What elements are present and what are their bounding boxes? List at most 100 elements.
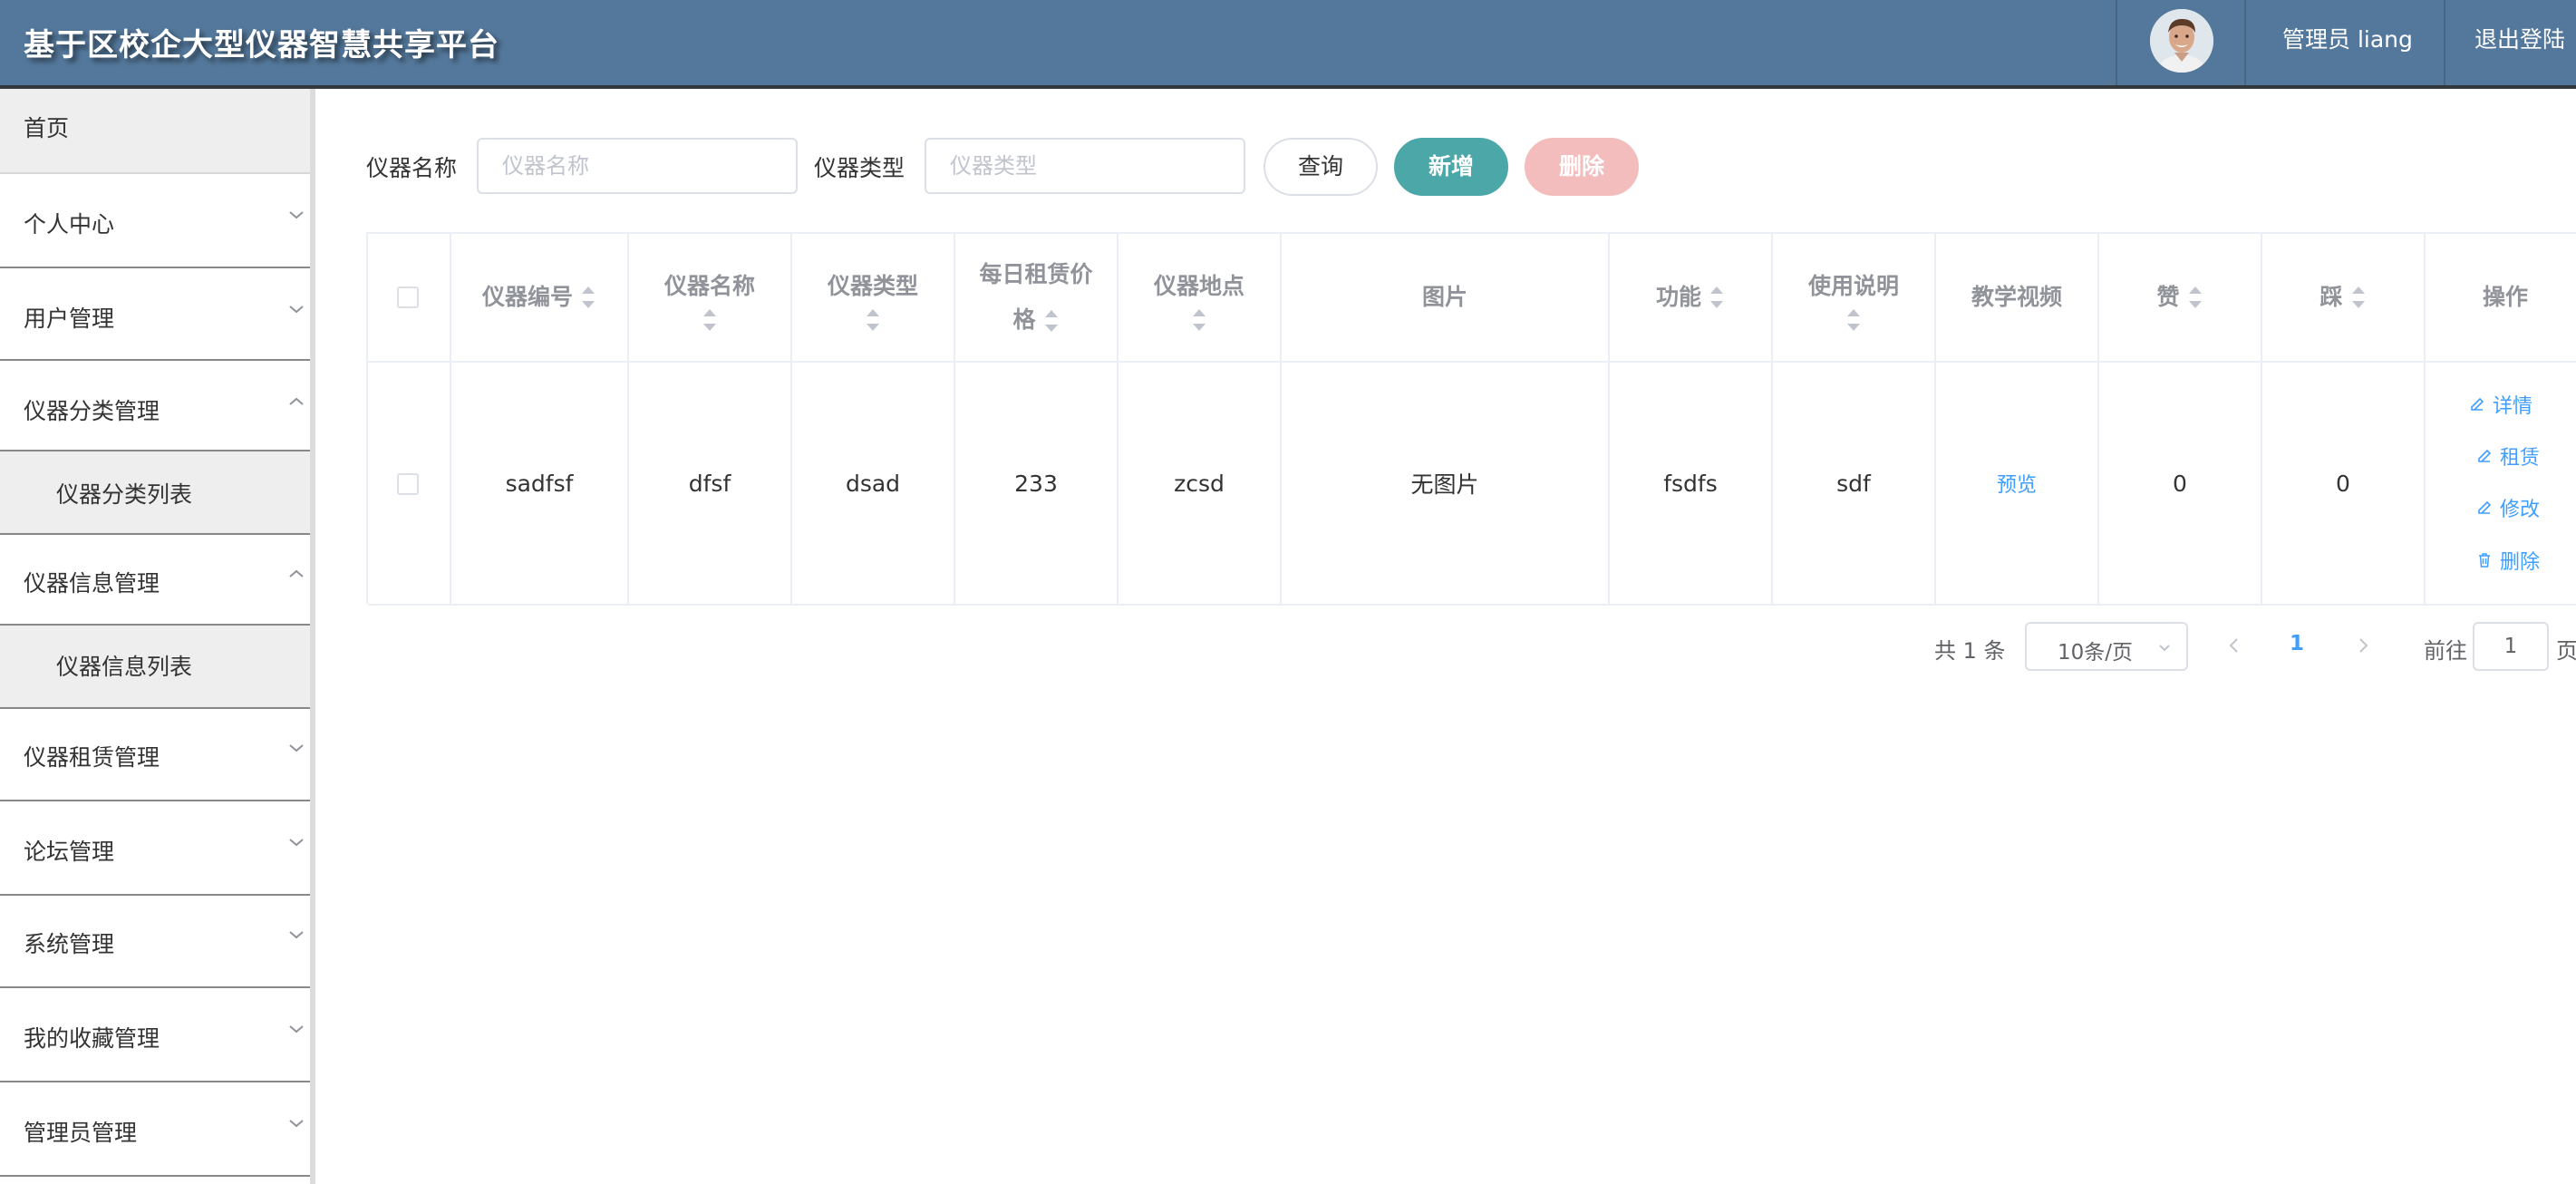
app-title: 基于区校企大型仪器智慧共享平台 [24,27,499,63]
sidebar-item-label: 管理员管理 [24,1120,138,1146]
next-page-icon[interactable] [2353,635,2373,656]
sort-icon[interactable] [1845,309,1862,331]
delete-link[interactable]: 删除 [2476,546,2540,575]
page-number-current[interactable]: 1 [2290,632,2304,655]
action-label: 详情 [2493,395,2533,418]
add-button[interactable]: 新增 [1394,138,1508,196]
column-header-location[interactable]: 仪器地点 [1119,234,1280,361]
sort-icon[interactable] [1043,310,1060,332]
chevron-down-icon [289,839,304,847]
name-search-input[interactable] [477,138,798,194]
avatar[interactable] [2150,9,2213,73]
column-header-name[interactable]: 仪器名称 [629,234,790,361]
action-label: 租赁 [2500,447,2541,470]
chevron-down-icon [289,306,304,314]
sort-icon[interactable] [580,286,596,308]
sidebar-item-favorites-management[interactable]: 我的收藏管理 [0,988,310,1082]
sidebar-item-info-management[interactable]: 仪器信息管理 [0,535,310,626]
cell-location: zcsd [1174,470,1225,497]
goto-label: 前往 [2424,638,2467,664]
cell-code: sadfsf [505,470,574,497]
sort-icon[interactable] [2187,286,2203,308]
sort-icon[interactable] [865,309,881,331]
column-header-label: 每日租赁价 [979,261,1093,287]
sort-icon[interactable] [1191,309,1207,331]
cell-dislikes: 0 [2336,470,2350,497]
chevron-up-icon [289,397,304,405]
edit-icon [2478,449,2492,462]
sidebar-item-label: 仪器租赁管理 [24,744,160,771]
chevron-up-icon [289,569,304,577]
column-header-type[interactable]: 仪器类型 [792,234,954,361]
cell-image: 无图片 [1410,471,1479,498]
sidebar-item-label: 仪器信息列表 [56,654,193,680]
cell-name: dfsf [688,470,731,497]
column-header-code[interactable]: 仪器编号 [451,234,627,361]
goto-page-input[interactable] [2473,622,2549,671]
sidebar-item-info-list[interactable]: 仪器信息列表 [0,626,310,709]
cell-type: dsad [845,470,901,497]
row-checkbox[interactable] [397,473,419,495]
chevron-down-icon [289,744,304,752]
sidebar-item-system-management[interactable]: 系统管理 [0,896,310,988]
sidebar-item-rental-management[interactable]: 仪器租赁管理 [0,709,310,801]
sidebar-item-label: 仪器信息管理 [24,570,160,597]
chevron-down-icon [289,1120,304,1128]
column-header-label: 格 [1012,306,1036,333]
sidebar-item-label: 我的收藏管理 [24,1025,160,1052]
type-search-input[interactable] [925,138,1245,194]
column-header-dislikes[interactable]: 踩 [2262,234,2424,361]
sidebar-item-forum-management[interactable]: 论坛管理 [0,801,310,896]
sidebar-item-category-management[interactable]: 仪器分类管理 [0,361,310,451]
rent-link[interactable]: 租赁 [2476,442,2540,471]
cell-likes: 0 [2173,470,2187,497]
top-header: 基于区校企大型仪器智慧共享平台 管理员 liang 退出登陆 [0,0,2576,89]
query-button[interactable]: 查询 [1264,138,1378,196]
video-preview-link[interactable]: 预览 [1936,363,2097,604]
sidebar-item-label: 仪器分类管理 [24,398,160,424]
column-header-manual[interactable]: 使用说明 [1773,234,1934,361]
sidebar-item-category-list[interactable]: 仪器分类列表 [0,451,310,535]
edit-link[interactable]: 修改 [2476,493,2540,522]
column-header-label: 仪器名称 [663,273,755,299]
sort-icon[interactable] [2350,286,2367,308]
sidebar-item-label: 首页 [24,115,70,141]
prev-page-icon[interactable] [2224,635,2244,656]
delete-button[interactable]: 删除 [1525,138,1639,196]
column-header-label: 踩 [2319,284,2343,310]
sidebar: 首页 个人中心 用户管理 仪器分类管理 仪器分类列表 仪器信息管理 仪器信息列表… [0,89,315,1184]
sidebar-item-user-management[interactable]: 用户管理 [0,268,310,361]
page-size-select[interactable]: 10条/页 [2025,622,2188,671]
sidebar-item-home[interactable]: 首页 [0,89,310,174]
page-suffix-label: 页 [2556,638,2576,664]
sidebar-item-label: 仪器分类列表 [56,481,193,508]
column-header-label: 操作 [2482,284,2528,310]
detail-link[interactable]: 详情 [2469,390,2532,419]
sidebar-item-label: 论坛管理 [24,839,115,865]
column-header-function[interactable]: 功能 [1610,234,1771,361]
total-count: 共 1 条 [1934,638,2006,664]
column-header-actions: 操作 [2426,234,2576,361]
column-header-image: 图片 [1282,234,1608,361]
table-divider [368,604,2576,606]
name-filter-label: 仪器名称 [366,155,458,181]
column-header-daily-price[interactable]: 每日租赁价 格 [955,234,1117,361]
select-all-checkbox[interactable] [397,286,419,308]
logout-button[interactable]: 退出登陆 [2474,22,2565,54]
instrument-table: 仪器编号 仪器名称 仪器类型 每日租赁价 格 仪器地点 图片 功能 使用说明 教… [366,232,2576,606]
column-header-label: 仪器地点 [1153,273,1244,299]
page-size-value: 10条/页 [2058,641,2134,665]
chevron-down-icon [2159,645,2170,652]
column-header-likes[interactable]: 赞 [2099,234,2261,361]
column-header-label: 赞 [2156,284,2180,310]
sidebar-item-admin-management[interactable]: 管理员管理 [0,1082,310,1177]
sidebar-item-personal-center[interactable]: 个人中心 [0,174,310,268]
column-header-label: 功能 [1655,284,1701,310]
column-header-label: 仪器编号 [481,284,573,310]
sort-icon[interactable] [702,309,718,331]
column-header-video: 教学视频 [1936,234,2097,361]
sort-icon[interactable] [1709,286,1725,308]
header-divider [2116,0,2117,85]
sidebar-item-label: 用户管理 [24,306,115,332]
edit-icon [2471,397,2484,411]
